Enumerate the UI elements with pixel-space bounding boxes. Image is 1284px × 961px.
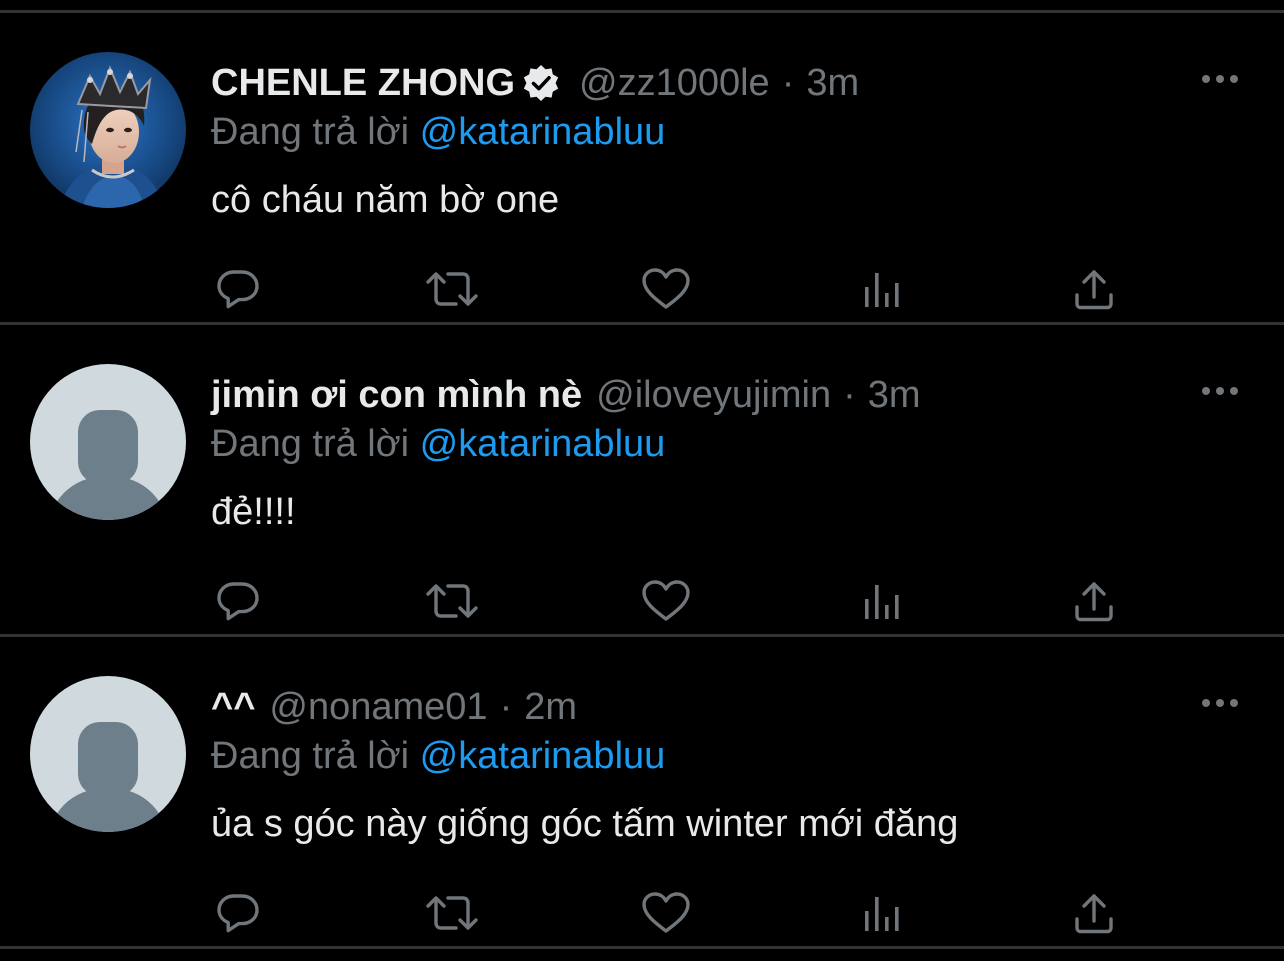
tweet-text: đẻ!!!!	[211, 491, 296, 533]
heart-icon	[642, 892, 690, 933]
share-upload-icon	[1075, 582, 1113, 622]
handle[interactable]: @noname01	[269, 681, 487, 733]
display-name[interactable]: jimin ơi con mình nè	[211, 369, 582, 421]
like-button[interactable]	[638, 885, 694, 941]
replying-to: Đang trả lời @katarinabluu	[211, 420, 665, 468]
timestamp[interactable]: 2m	[524, 681, 577, 733]
tweet-header: ^^ @noname01 · 2m	[211, 681, 577, 733]
tweet-3[interactable]: ^^ @noname01 · 2m Đang trả lời @katarina…	[0, 637, 1284, 946]
bar-chart-icon	[865, 273, 899, 307]
speech-bubble-icon	[217, 582, 259, 621]
share-upload-icon	[1075, 270, 1113, 310]
separator-dot: ·	[499, 686, 513, 728]
retweet-button[interactable]	[424, 885, 480, 941]
retweet-icon	[426, 584, 478, 618]
more-dots-icon	[1202, 387, 1238, 395]
reply-feed: CHENLE ZHONG @zz1000le · 3m Đang trả lời…	[0, 0, 1284, 961]
timestamp[interactable]: 3m	[868, 369, 921, 421]
share-button[interactable]	[1066, 261, 1122, 317]
retweet-icon	[426, 272, 478, 306]
handle[interactable]: @iloveyujimin	[596, 369, 831, 421]
handle[interactable]: @zz1000le	[579, 57, 770, 109]
replying-to-label: Đang trả lời	[211, 735, 410, 777]
retweet-icon	[426, 896, 478, 930]
like-button[interactable]	[638, 573, 694, 629]
avatar-photo	[30, 52, 186, 208]
separator-dot: ·	[781, 62, 795, 104]
views-button[interactable]	[852, 573, 908, 629]
tweet-text: cô cháu năm bờ one	[211, 179, 560, 221]
share-upload-icon	[1075, 894, 1113, 934]
tweet-2[interactable]: jimin ơi con mình nè @iloveyujimin · 3m …	[0, 325, 1284, 634]
action-bar	[0, 885, 1284, 941]
avatar[interactable]	[30, 364, 186, 520]
display-name[interactable]: ^^	[211, 681, 255, 733]
reply-button[interactable]	[210, 573, 266, 629]
timestamp[interactable]: 3m	[806, 57, 859, 109]
more-button[interactable]	[1196, 373, 1244, 409]
tweet-1[interactable]: CHENLE ZHONG @zz1000le · 3m Đang trả lời…	[0, 13, 1284, 322]
display-name[interactable]: CHENLE ZHONG	[211, 57, 515, 109]
heart-icon	[642, 580, 690, 621]
replying-to-link[interactable]: @katarinabluu	[420, 423, 666, 465]
retweet-button[interactable]	[424, 261, 480, 317]
share-button[interactable]	[1066, 885, 1122, 941]
tweet-text: ủa s góc này giống góc tấm winter mới đă…	[211, 803, 959, 845]
replying-to: Đang trả lời @katarinabluu	[211, 732, 665, 780]
speech-bubble-icon	[217, 270, 259, 309]
action-bar	[0, 573, 1284, 629]
reply-button[interactable]	[210, 885, 266, 941]
speech-bubble-icon	[217, 894, 259, 933]
replying-to-label: Đang trả lời	[211, 423, 410, 465]
separator-dot: ·	[843, 374, 856, 416]
default-avatar-icon	[30, 364, 186, 520]
replying-to-label: Đang trả lời	[211, 111, 410, 153]
avatar[interactable]	[30, 52, 186, 208]
views-button[interactable]	[852, 261, 908, 317]
like-button[interactable]	[638, 261, 694, 317]
replying-to-link[interactable]: @katarinabluu	[420, 111, 666, 153]
replying-to-link[interactable]: @katarinabluu	[420, 735, 666, 777]
share-button[interactable]	[1066, 573, 1122, 629]
replying-to: Đang trả lời @katarinabluu	[211, 108, 665, 156]
bar-chart-icon	[865, 585, 899, 619]
more-button[interactable]	[1196, 685, 1244, 721]
reply-button[interactable]	[210, 261, 266, 317]
heart-icon	[642, 268, 690, 309]
action-bar	[0, 261, 1284, 317]
divider	[0, 946, 1284, 949]
views-button[interactable]	[852, 885, 908, 941]
more-button[interactable]	[1196, 61, 1244, 97]
retweet-button[interactable]	[424, 573, 480, 629]
default-avatar-icon	[30, 676, 186, 832]
tweet-header: jimin ơi con mình nè @iloveyujimin · 3m	[211, 369, 921, 421]
more-dots-icon	[1202, 75, 1238, 83]
tweet-header: CHENLE ZHONG @zz1000le · 3m	[211, 57, 859, 109]
verified-badge-icon	[521, 63, 561, 103]
more-dots-icon	[1202, 699, 1238, 707]
avatar[interactable]	[30, 676, 186, 832]
bar-chart-icon	[865, 897, 899, 931]
